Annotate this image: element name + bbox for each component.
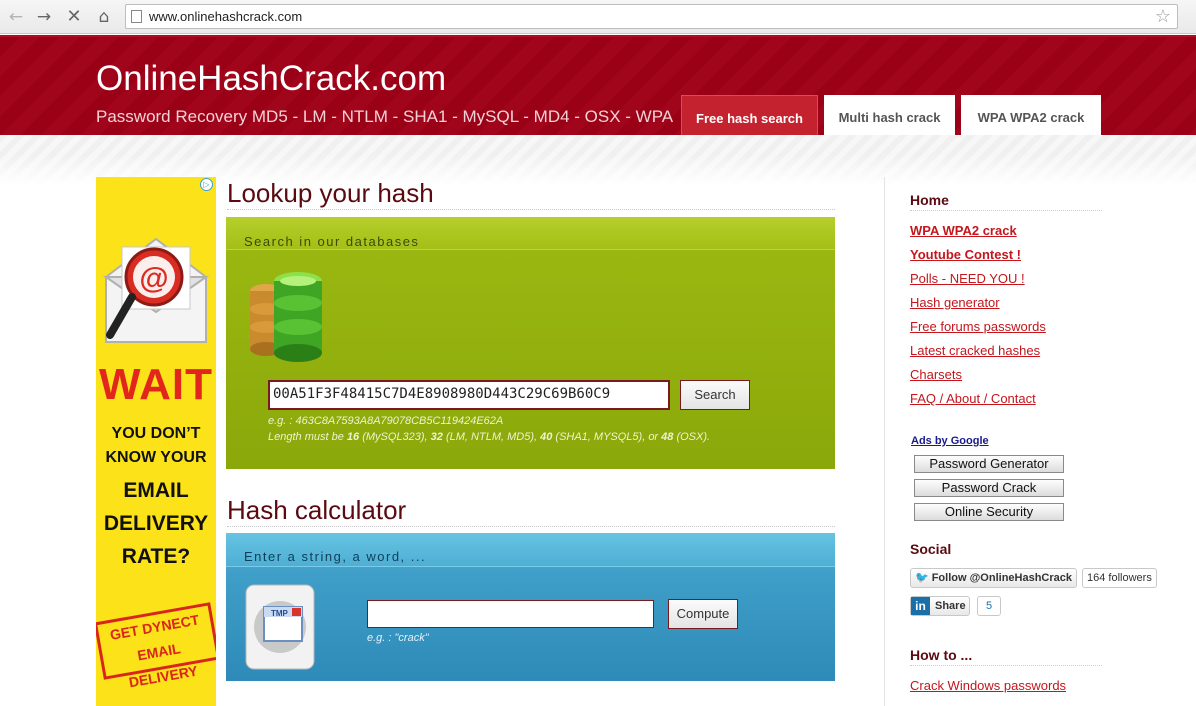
lookup-title-divider (227, 209, 835, 210)
forward-arrow-icon[interactable]: → (34, 7, 54, 27)
bookmark-star-icon[interactable]: ☆ (1155, 6, 1171, 27)
svg-text:@: @ (139, 262, 168, 295)
calculator-title-divider (227, 526, 835, 527)
hash-calculator-panel: Enter a string, a word, ... TMP Compute … (226, 533, 835, 681)
ad-line-5: RATE? (121, 545, 191, 568)
calculator-example-hint: e.g. : "crack" (367, 632, 429, 644)
sidebar-link-latest-cracked[interactable]: Latest cracked hashes (910, 343, 1040, 358)
hash-length-hint: Length must be 16 (MySQL323), 32 (LM, NT… (268, 431, 710, 443)
hint-osx: (OSX). (673, 431, 711, 443)
right-sidebar: Home WPA WPA2 crack Youtube Contest ! Po… (884, 177, 1196, 706)
tmp-label: TMP (271, 609, 289, 618)
sidebar-link-wpa[interactable]: WPA WPA2 crack (910, 223, 1017, 238)
sidebar-link-youtube-contest[interactable]: Youtube Contest ! (910, 247, 1021, 262)
site-header: OnlineHashCrack.com Password Recovery MD… (0, 35, 1196, 137)
linkedin-share-count[interactable]: 5 (977, 596, 1001, 616)
page-icon (131, 10, 142, 23)
compute-button[interactable]: Compute (668, 599, 738, 629)
hash-lookup-panel: Search in our databases 00A51F3F48415C7D… (226, 217, 835, 469)
hint-length-prefix: Length must be (268, 431, 347, 443)
adchoices-icon[interactable]: ▷ (200, 178, 213, 191)
linkedin-share-button[interactable]: in Share (910, 596, 970, 616)
ad-line-4: DELIVERY (103, 512, 209, 535)
twitter-follow-label: Follow @OnlineHashCrack (931, 572, 1073, 584)
social-heading: Social (910, 541, 952, 557)
ad-button-password-generator[interactable]: Password Generator (914, 455, 1064, 473)
twitter-bird-icon: 🐦 (915, 572, 929, 584)
hint-mysql: (MySQL323), (359, 431, 431, 443)
ads-by-google[interactable]: Ads by Google (911, 435, 989, 447)
address-bar[interactable]: www.onlinehashcrack.com ☆ (125, 4, 1178, 29)
sidebar-link-polls[interactable]: Polls - NEED YOU ! (910, 271, 1025, 286)
address-url[interactable]: www.onlinehashcrack.com (149, 9, 302, 24)
calculator-title: Hash calculator (227, 495, 407, 525)
howto-heading: How to ... (910, 647, 973, 663)
tagline-container: Password Recovery MD5 - LM - NTLM - SHA1… (96, 107, 682, 127)
ad-line-1: YOU DON’T (111, 425, 201, 442)
stop-loading-icon[interactable]: ✕ (64, 7, 84, 27)
sidebar-link-hash-generator[interactable]: Hash generator (910, 295, 1000, 310)
sidebar-link-faq-contact[interactable]: FAQ / About / Contact (910, 391, 1036, 406)
tab-free-hash-search[interactable]: Free hash search (681, 95, 818, 137)
ad-line-3: EMAIL (123, 479, 189, 502)
hint-len-40: 40 (540, 431, 553, 443)
string-input[interactable] (367, 600, 654, 628)
ad-button-online-security[interactable]: Online Security (914, 503, 1064, 521)
search-button[interactable]: Search (680, 380, 750, 410)
home-icon[interactable]: ⌂ (94, 7, 114, 27)
calculator-panel-label: Enter a string, a word, ... (244, 549, 427, 564)
lookup-title: Lookup your hash (227, 178, 434, 208)
database-icon (250, 272, 322, 362)
ad-wait-text: WAIT (99, 360, 213, 409)
linkedin-share-label: Share (935, 600, 966, 612)
hint-len-32: 32 (430, 431, 443, 443)
tab-wpa-wpa2-crack[interactable]: WPA WPA2 crack (961, 95, 1101, 137)
site-tagline: Password Recovery MD5 - LM - NTLM - SHA1… (96, 107, 674, 126)
site-logo[interactable]: OnlineHashCrack.com (96, 59, 446, 99)
howto-divider (910, 665, 1102, 666)
tab-multi-hash-crack[interactable]: Multi hash crack (824, 95, 955, 137)
hash-input[interactable]: 00A51F3F48415C7D4E8908980D443C29C69B60C9 (268, 380, 670, 410)
sidebar-link-forums-passwords[interactable]: Free forums passwords (910, 319, 1046, 334)
hash-example-hint: e.g. : 463C8A7593A8A79078CB5C119424E62A (268, 415, 504, 427)
ad-button-password-crack[interactable]: Password Crack (914, 479, 1064, 497)
twitter-follower-count[interactable]: 164 followers (1082, 568, 1157, 588)
home-divider (910, 210, 1102, 211)
browser-toolbar: ← → ✕ ⌂ www.onlinehashcrack.com ☆ (0, 0, 1196, 34)
sidebar-link-charsets[interactable]: Charsets (910, 367, 962, 382)
ad-line-2: KNOW YOUR (105, 449, 207, 466)
hint-sha1: (SHA1, MYSQL5), or (552, 431, 662, 443)
lookup-panel-label: Search in our databases (244, 234, 420, 249)
back-arrow-icon[interactable]: ← (6, 7, 26, 27)
sidebar-link-crack-windows[interactable]: Crack Windows passwords (910, 678, 1066, 693)
tmp-file-gear-icon: TMP (245, 584, 315, 670)
hint-ntlm: (LM, NTLM, MD5), (442, 431, 541, 443)
hint-len-48: 48 (661, 431, 674, 443)
ad-stamp[interactable]: GET DYNECT EMAIL DELIVERY (96, 602, 216, 690)
hint-len-16: 16 (346, 431, 360, 443)
dynect-ad-banner[interactable]: ▷ @ WAIT YOU DON’T KNOW YOUR EMAIL DELIV… (96, 177, 216, 706)
home-heading[interactable]: Home (910, 192, 949, 208)
linkedin-icon: in (911, 597, 930, 615)
twitter-follow-button[interactable]: 🐦 Follow @OnlineHashCrack (910, 568, 1077, 588)
